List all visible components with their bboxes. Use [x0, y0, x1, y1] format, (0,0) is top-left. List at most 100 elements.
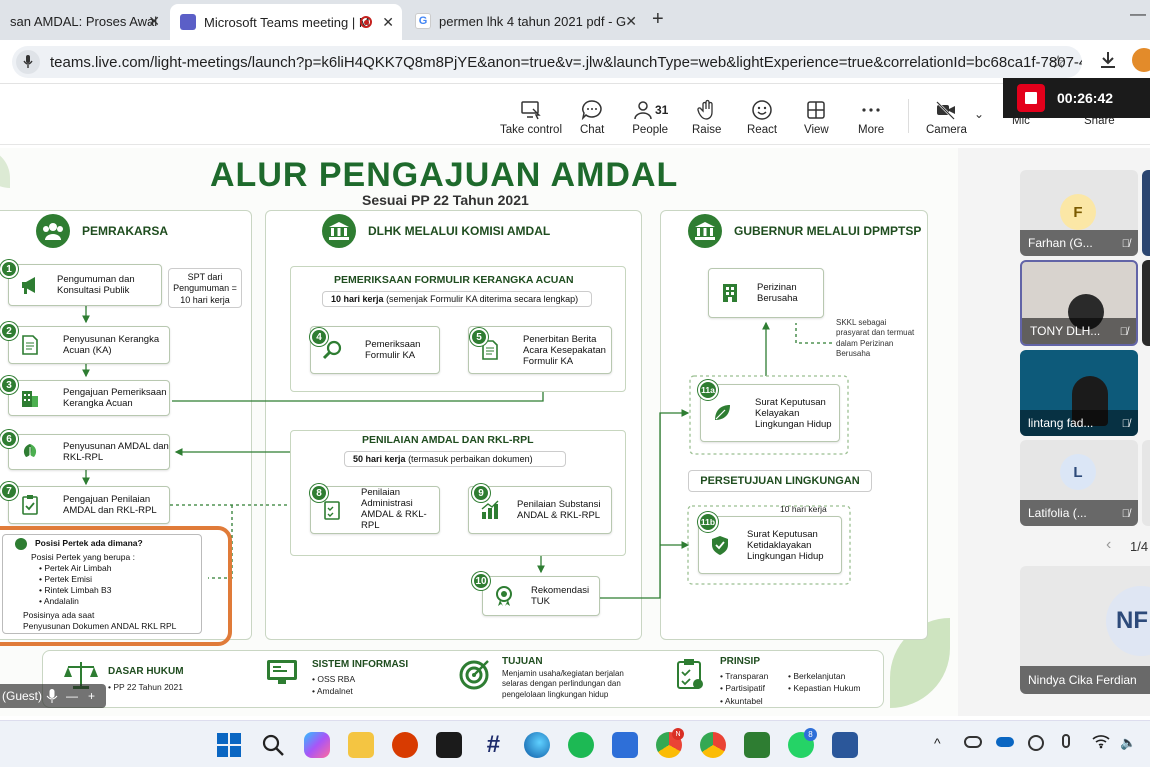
download-icon[interactable]	[1098, 50, 1118, 75]
step-5-box: Penerbitan Berita Acara Kesepakatan Form…	[468, 326, 612, 374]
step-number: 7	[0, 482, 18, 500]
step-7-box: Pengajuan Penilaian AMDAL dan RKL-RPL	[8, 486, 170, 524]
take-control-button[interactable]: Take control	[500, 99, 562, 136]
chat-button[interactable]: Chat	[580, 99, 604, 136]
chrome-icon[interactable]	[700, 732, 726, 758]
step-number: 3	[0, 376, 18, 394]
recording-indicator-icon	[360, 16, 372, 28]
spotify-icon[interactable]	[568, 732, 594, 758]
step-2-box: Penyusunan Kerangka Acuan (KA)	[8, 326, 170, 364]
step-4-box: Pemeriksaan Formulir KA	[310, 326, 440, 374]
notepad-icon[interactable]	[612, 732, 638, 758]
tab-amdal[interactable]: san AMDAL: Proses Awal ✕	[0, 6, 168, 36]
react-button[interactable]: React	[747, 99, 777, 136]
avatar: L	[1060, 454, 1096, 490]
google-favicon-icon: G	[415, 13, 431, 29]
participant-tile[interactable]: lintang fad... 🎙̸	[1020, 350, 1138, 436]
avatar: F	[1060, 194, 1096, 230]
sync-icon[interactable]	[1028, 735, 1044, 751]
plus-icon[interactable]: +	[88, 689, 95, 703]
tab-teams[interactable]: Microsoft Teams meeting | M ✕	[170, 4, 402, 40]
meeting-toolbar: Take control Chat 31 People Raise React …	[0, 85, 1150, 145]
search-icon[interactable]	[260, 732, 286, 758]
raise-hand-button[interactable]: Raise	[692, 99, 721, 136]
word-icon[interactable]	[832, 732, 858, 758]
close-tab-icon[interactable]: ✕	[625, 13, 637, 30]
powerpoint-icon[interactable]	[392, 732, 418, 758]
edge-icon[interactable]	[524, 732, 550, 758]
posisi-pertek-box: Posisi Pertek ada dimana? Posisi Pertek …	[2, 534, 202, 634]
tray-chevron-icon[interactable]: ^	[934, 735, 941, 751]
target-icon	[458, 658, 492, 695]
bar-chart-icon	[481, 500, 499, 519]
microphone-tray-icon[interactable]	[1062, 734, 1070, 748]
leaf-icon	[715, 405, 730, 420]
building-docs-icon	[22, 391, 38, 407]
people-button[interactable]: 31 People	[632, 99, 668, 136]
step-number: 2	[0, 322, 18, 340]
close-tab-icon[interactable]: ✕	[382, 14, 394, 31]
copilot-icon[interactable]	[304, 732, 330, 758]
step-number: 6	[0, 430, 18, 448]
url-field[interactable]: teams.live.com/light-meetings/launch?p=k…	[12, 46, 1082, 78]
app-green-icon[interactable]	[744, 732, 770, 758]
volume-icon[interactable]: 🔈	[1120, 735, 1136, 751]
camera-button[interactable]: Camera	[926, 99, 967, 136]
onedrive-icon[interactable]	[996, 737, 1014, 747]
smiley-icon	[752, 100, 772, 120]
step-11a-box: Surat Keputusan Kelayakan Lingkungan Hid…	[700, 384, 840, 442]
participant-tile-partial[interactable]	[1142, 440, 1150, 526]
participant-tile-large[interactable]: NF Nindya Cika Ferdian	[1020, 566, 1150, 694]
step-10-box: Rekomendasi TUK	[482, 576, 600, 616]
participant-tile-active[interactable]: TONY DLH... 🎙̸	[1020, 260, 1138, 346]
mic-muted-icon: 🎙̸	[1119, 326, 1128, 338]
page-indicator: 1/4	[1130, 539, 1149, 554]
location-pin-icon	[15, 538, 27, 550]
building-icon	[723, 284, 737, 302]
participant-tile[interactable]: F Farhan (G... 🎙̸	[1020, 170, 1138, 256]
recording-timer[interactable]: 00:26:42	[1003, 78, 1150, 118]
tab-google-search[interactable]: G permen lhk 4 tahun 2021 pdf - G ✕	[405, 6, 645, 36]
step-8-box: Penilaian Administrasi AMDAL & RKL-RPL	[310, 486, 440, 534]
stop-recording-icon[interactable]	[1017, 84, 1045, 112]
notes-app-icon[interactable]	[436, 732, 462, 758]
bookmark-star-icon[interactable]: ☆	[1050, 52, 1066, 73]
award-badge-icon	[496, 586, 512, 606]
mic-icon	[46, 689, 58, 703]
sec3-days: 10 hari kerja	[780, 504, 827, 514]
minus-icon[interactable]: —	[66, 689, 78, 703]
more-button[interactable]: More	[858, 99, 884, 136]
participant-tile-partial[interactable]	[1142, 170, 1150, 256]
new-tab-button[interactable]: +	[652, 8, 664, 31]
step-1-box: Pengumuman dan Konsultasi Publik	[8, 264, 162, 306]
leaf-hands-icon	[23, 444, 37, 461]
sistem-title: SISTEM INFORMASI	[312, 659, 409, 670]
site-info-icon[interactable]	[16, 50, 40, 74]
browser-tab-bar: san AMDAL: Proses Awal ✕ Microsoft Teams…	[0, 0, 1150, 40]
cloud-off-icon[interactable]	[964, 736, 982, 748]
participant-tile[interactable]: L Latifolia (... 🎙̸	[1020, 440, 1138, 526]
app-hash-icon[interactable]: #	[480, 732, 506, 758]
windows-start-icon[interactable]	[216, 732, 242, 758]
persetujuan-label: PERSETUJUAN LINGKUNGAN	[688, 470, 872, 492]
camera-options-chevron-icon[interactable]: ⌄	[974, 107, 984, 121]
sec1-title: PEMERIKSAAN FORMULIR KERANGKA ACUAN	[334, 274, 574, 286]
dasar-title: DASAR HUKUM	[108, 666, 184, 677]
close-tab-icon[interactable]: ✕	[148, 13, 160, 30]
camera-off-icon	[936, 101, 956, 120]
clipboard-check-icon	[22, 495, 38, 515]
file-explorer-icon[interactable]	[348, 732, 374, 758]
view-button[interactable]: View	[804, 99, 829, 136]
previous-page-icon[interactable]: ‹	[1106, 536, 1111, 554]
step-number: 11a	[698, 380, 718, 400]
participant-tile-partial[interactable]	[1142, 260, 1150, 346]
document-icon	[22, 335, 38, 355]
monitor-icon	[266, 658, 298, 691]
grid-view-icon	[807, 101, 826, 119]
profile-avatar[interactable]	[1132, 48, 1150, 72]
minimize-icon[interactable]: —	[1130, 6, 1146, 24]
sec1-days: 10 hari kerja (semenjak Formulir KA dite…	[322, 291, 592, 307]
wifi-icon[interactable]	[1092, 733, 1110, 754]
sec2-days: 50 hari kerja (termasuk perbaikan dokume…	[344, 451, 566, 467]
avatar: NF	[1106, 586, 1150, 656]
